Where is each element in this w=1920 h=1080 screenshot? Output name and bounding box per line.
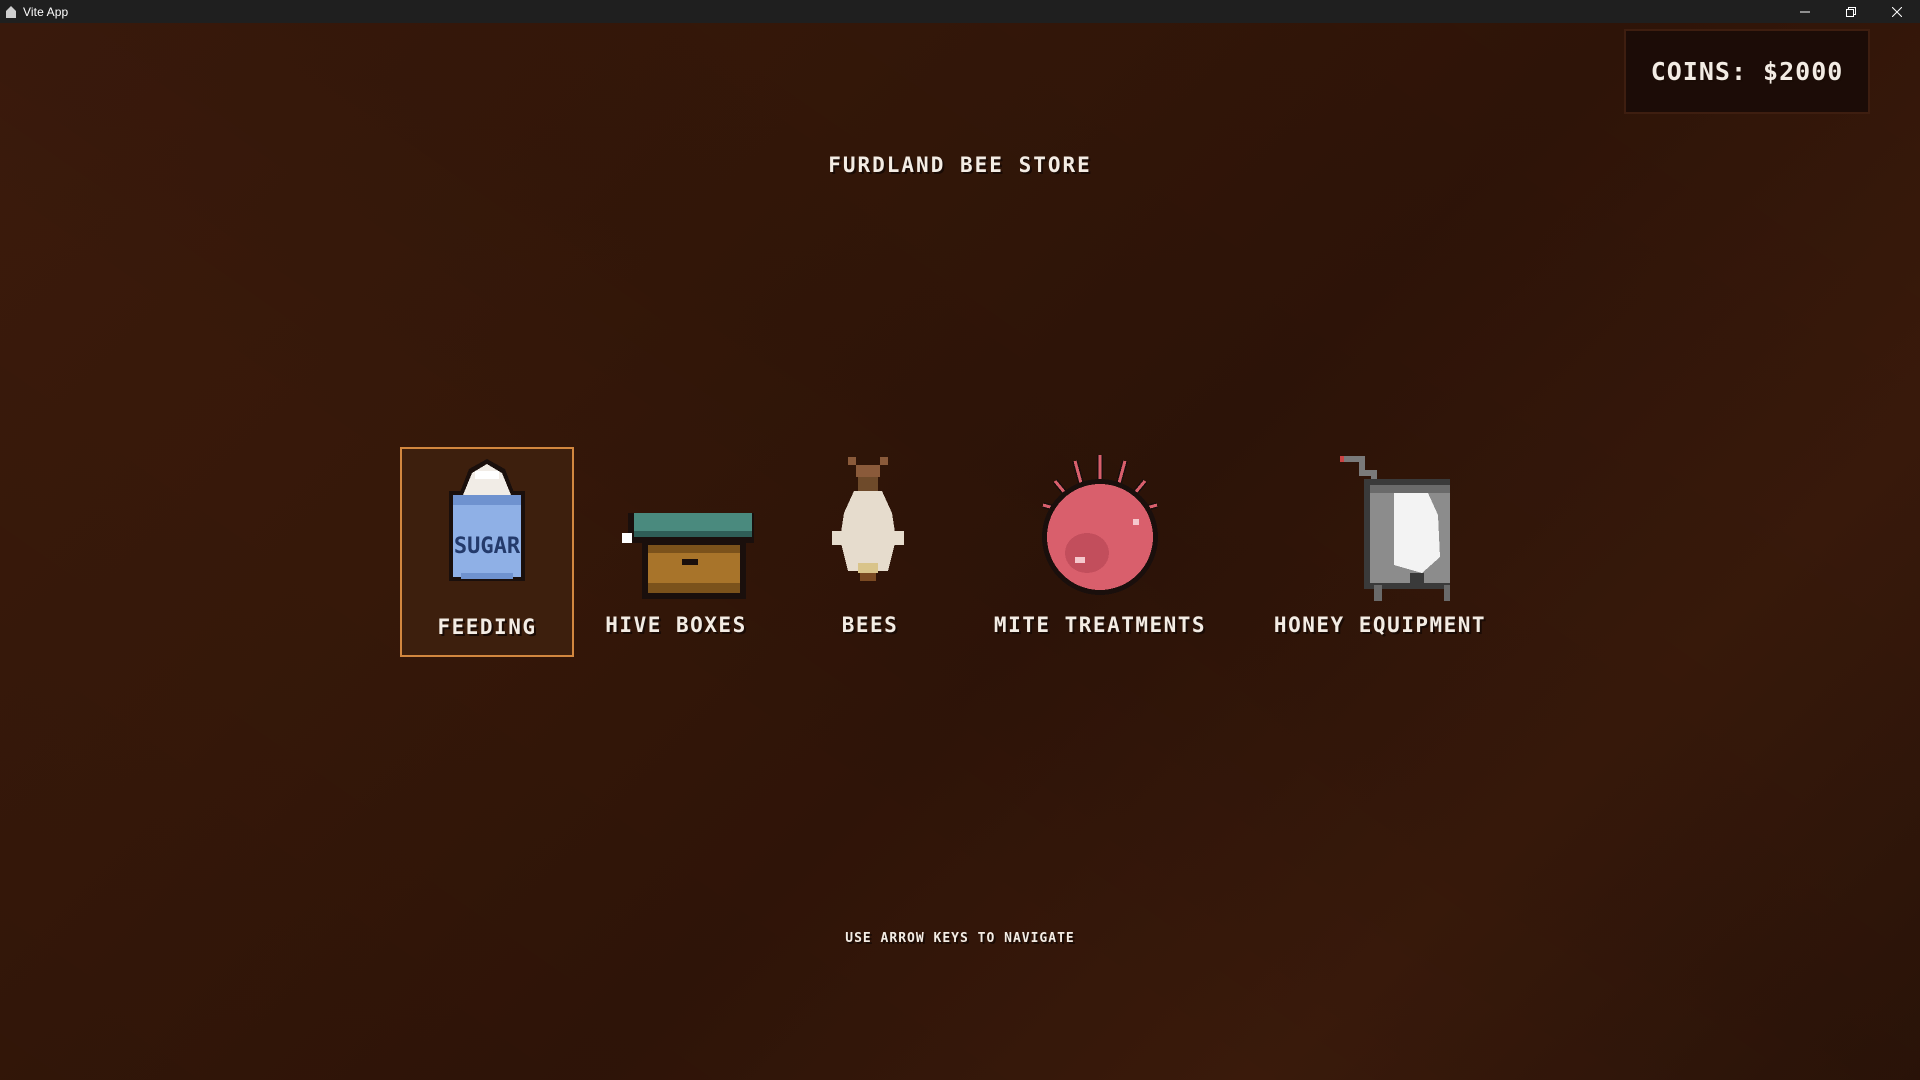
category-label: MITE TREATMENTS	[993, 613, 1207, 637]
category-label: HIVE BOXES	[605, 613, 747, 637]
hive-box-icon	[614, 453, 754, 603]
store-title: FURDLAND BEE STORE	[828, 153, 1092, 177]
category-hive-boxes[interactable]: HIVE BOXES	[590, 447, 762, 657]
category-bees[interactable]: BEES	[800, 447, 940, 657]
window-title: Vite App	[23, 4, 69, 19]
category-label: FEEDING	[437, 615, 537, 639]
window-titlebar: Vite App	[0, 0, 1920, 23]
minimize-button[interactable]	[1782, 0, 1828, 23]
coins-display: COINS: $2000	[1624, 29, 1870, 114]
restore-button[interactable]	[1828, 0, 1874, 23]
category-label: BEES	[841, 613, 899, 637]
category-label: HONEY EQUIPMENT	[1273, 613, 1487, 637]
restore-icon	[1846, 6, 1856, 17]
category-mite-treatments[interactable]: MITE TREATMENTS	[970, 447, 1230, 657]
category-feeding[interactable]: SUGAR FEEDING	[400, 447, 574, 657]
category-honey-equipment[interactable]: HONEY EQUIPMENT	[1254, 447, 1506, 657]
sugar-bag-icon: SUGAR	[417, 455, 557, 605]
close-button[interactable]	[1874, 0, 1920, 23]
minimize-icon	[1800, 11, 1810, 12]
mite-treatment-icon	[1025, 453, 1175, 603]
game-screen: COINS: $2000 FURDLAND BEE STORE SUGAR FE…	[0, 23, 1920, 1080]
svg-text:SUGAR: SUGAR	[454, 534, 521, 559]
honey-extractor-icon	[1310, 453, 1450, 603]
app-icon	[6, 5, 16, 18]
close-icon	[1892, 6, 1902, 17]
navigation-hint: USE ARROW KEYS TO NAVIGATE	[845, 931, 1075, 946]
bee-package-icon	[800, 453, 940, 603]
